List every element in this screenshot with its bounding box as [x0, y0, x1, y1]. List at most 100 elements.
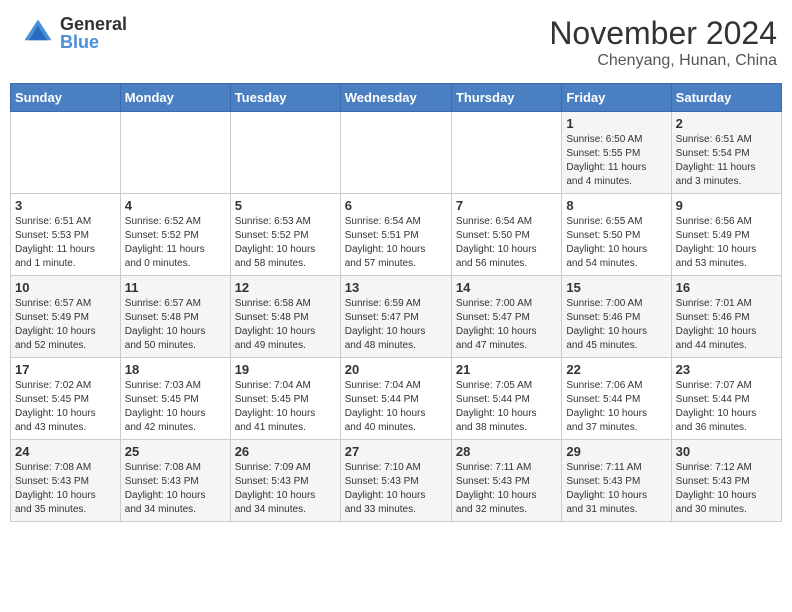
calendar-day-cell: 5 Sunrise: 6:53 AM Sunset: 5:52 PM Daylig… [230, 194, 340, 276]
day-number: 13 [345, 280, 447, 295]
calendar-day-cell [340, 112, 451, 194]
weekday-header-row: SundayMondayTuesdayWednesdayThursdayFrid… [11, 84, 782, 112]
day-number: 28 [456, 444, 557, 459]
calendar-week-row: 24Sunrise: 7:08 AM Sunset: 5:43 PM Dayli… [11, 440, 782, 522]
weekday-header: Saturday [671, 84, 781, 112]
day-info: Sunrise: 6:57 AM Sunset: 5:49 PM Dayligh… [15, 297, 116, 353]
day-number: 26 [235, 444, 336, 459]
day-info: Sunrise: 7:00 AM Sunset: 5:47 PM Dayligh… [456, 297, 557, 353]
calendar-week-row: 1Sunrise: 6:50 AM Sunset: 5:55 PM Daylig… [11, 112, 782, 194]
calendar-day-cell: 7Sunrise: 6:54 AM Sunset: 5:50 PM Daylig… [451, 194, 561, 276]
calendar-day-cell [230, 112, 340, 194]
calendar-day-cell: 11 Sunrise: 6:57 AM Sunset: 5:48 PM Dayli… [120, 276, 230, 358]
calendar-day-cell: 15 Sunrise: 7:00 AM Sunset: 5:46 PM Dayli… [562, 276, 671, 358]
title-block: November 2024 Chenyang, Hunan, China [549, 15, 777, 70]
day-number: 7 [456, 198, 557, 213]
day-number: 17 [15, 362, 116, 377]
calendar-day-cell: 20 Sunrise: 7:04 AM Sunset: 5:44 PM Dayli… [340, 358, 451, 440]
day-info: Sunrise: 6:55 AM Sunset: 5:50 PM Dayligh… [566, 215, 666, 271]
day-number: 12 [235, 280, 336, 295]
logo-blue: Blue [60, 33, 127, 51]
weekday-header: Friday [562, 84, 671, 112]
day-number: 9 [676, 198, 777, 213]
day-info: Sunrise: 6:53 AM Sunset: 5:52 PM Dayligh… [235, 215, 336, 271]
day-info: Sunrise: 7:01 AM Sunset: 5:46 PM Dayligh… [676, 297, 777, 353]
day-info: Sunrise: 6:58 AM Sunset: 5:48 PM Dayligh… [235, 297, 336, 353]
day-info: Sunrise: 7:08 AM Sunset: 5:43 PM Dayligh… [15, 461, 116, 517]
day-info: Sunrise: 7:06 AM Sunset: 5:44 PM Dayligh… [566, 379, 666, 435]
calendar-day-cell: 9 Sunrise: 6:56 AM Sunset: 5:49 PM Daylig… [671, 194, 781, 276]
calendar-week-row: 3 Sunrise: 6:51 AM Sunset: 5:53 PM Daylig… [11, 194, 782, 276]
weekday-header: Wednesday [340, 84, 451, 112]
day-number: 15 [566, 280, 666, 295]
logo-text: General Blue [60, 15, 127, 51]
calendar-day-cell: 2Sunrise: 6:51 AM Sunset: 5:54 PM Daylig… [671, 112, 781, 194]
logo-icon [20, 15, 56, 51]
calendar-day-cell [451, 112, 561, 194]
calendar-day-cell: 16 Sunrise: 7:01 AM Sunset: 5:46 PM Dayli… [671, 276, 781, 358]
weekday-header: Thursday [451, 84, 561, 112]
day-number: 14 [456, 280, 557, 295]
day-info: Sunrise: 6:57 AM Sunset: 5:48 PM Dayligh… [125, 297, 226, 353]
logo: General Blue [20, 15, 127, 51]
day-number: 11 [125, 280, 226, 295]
day-info: Sunrise: 7:05 AM Sunset: 5:44 PM Dayligh… [456, 379, 557, 435]
day-info: Sunrise: 7:10 AM Sunset: 5:43 PM Dayligh… [345, 461, 447, 517]
day-number: 5 [235, 198, 336, 213]
day-info: Sunrise: 7:12 AM Sunset: 5:43 PM Dayligh… [676, 461, 777, 517]
day-number: 10 [15, 280, 116, 295]
day-info: Sunrise: 7:11 AM Sunset: 5:43 PM Dayligh… [456, 461, 557, 517]
calendar-day-cell: 3 Sunrise: 6:51 AM Sunset: 5:53 PM Daylig… [11, 194, 121, 276]
day-info: Sunrise: 6:59 AM Sunset: 5:47 PM Dayligh… [345, 297, 447, 353]
calendar-week-row: 10 Sunrise: 6:57 AM Sunset: 5:49 PM Dayli… [11, 276, 782, 358]
day-info: Sunrise: 6:54 AM Sunset: 5:51 PM Dayligh… [345, 215, 447, 271]
day-info: Sunrise: 7:02 AM Sunset: 5:45 PM Dayligh… [15, 379, 116, 435]
calendar-table: SundayMondayTuesdayWednesdayThursdayFrid… [10, 83, 782, 522]
day-info: Sunrise: 7:04 AM Sunset: 5:44 PM Dayligh… [345, 379, 447, 435]
day-number: 18 [125, 362, 226, 377]
weekday-header: Sunday [11, 84, 121, 112]
month-title: November 2024 [549, 15, 777, 52]
day-number: 21 [456, 362, 557, 377]
weekday-header: Monday [120, 84, 230, 112]
calendar-day-cell: 21 Sunrise: 7:05 AM Sunset: 5:44 PM Dayli… [451, 358, 561, 440]
calendar-day-cell: 30 Sunrise: 7:12 AM Sunset: 5:43 PM Dayli… [671, 440, 781, 522]
day-number: 27 [345, 444, 447, 459]
day-info: Sunrise: 6:51 AM Sunset: 5:53 PM Dayligh… [15, 215, 116, 271]
day-info: Sunrise: 7:07 AM Sunset: 5:44 PM Dayligh… [676, 379, 777, 435]
day-info: Sunrise: 7:04 AM Sunset: 5:45 PM Dayligh… [235, 379, 336, 435]
calendar-day-cell: 27 Sunrise: 7:10 AM Sunset: 5:43 PM Dayli… [340, 440, 451, 522]
calendar-day-cell: 8 Sunrise: 6:55 AM Sunset: 5:50 PM Daylig… [562, 194, 671, 276]
location-title: Chenyang, Hunan, China [549, 52, 777, 70]
day-info: Sunrise: 7:08 AM Sunset: 5:43 PM Dayligh… [125, 461, 226, 517]
page-header: General Blue November 2024 Chenyang, Hun… [10, 10, 782, 75]
calendar-day-cell [11, 112, 121, 194]
day-number: 22 [566, 362, 666, 377]
calendar-day-cell: 22 Sunrise: 7:06 AM Sunset: 5:44 PM Dayli… [562, 358, 671, 440]
calendar-day-cell: 10 Sunrise: 6:57 AM Sunset: 5:49 PM Dayli… [11, 276, 121, 358]
day-info: Sunrise: 7:09 AM Sunset: 5:43 PM Dayligh… [235, 461, 336, 517]
day-number: 8 [566, 198, 666, 213]
calendar-day-cell: 26 Sunrise: 7:09 AM Sunset: 5:43 PM Dayli… [230, 440, 340, 522]
calendar-day-cell: 17 Sunrise: 7:02 AM Sunset: 5:45 PM Dayli… [11, 358, 121, 440]
weekday-header: Tuesday [230, 84, 340, 112]
day-number: 25 [125, 444, 226, 459]
day-number: 3 [15, 198, 116, 213]
day-number: 6 [345, 198, 447, 213]
day-number: 16 [676, 280, 777, 295]
calendar-day-cell: 25 Sunrise: 7:08 AM Sunset: 5:43 PM Dayli… [120, 440, 230, 522]
day-info: Sunrise: 7:11 AM Sunset: 5:43 PM Dayligh… [566, 461, 666, 517]
calendar-day-cell: 1Sunrise: 6:50 AM Sunset: 5:55 PM Daylig… [562, 112, 671, 194]
logo-general: General [60, 15, 127, 33]
day-info: Sunrise: 6:51 AM Sunset: 5:54 PM Dayligh… [676, 133, 777, 189]
calendar-day-cell: 19 Sunrise: 7:04 AM Sunset: 5:45 PM Dayli… [230, 358, 340, 440]
calendar-day-cell: 12 Sunrise: 6:58 AM Sunset: 5:48 PM Dayli… [230, 276, 340, 358]
calendar-week-row: 17 Sunrise: 7:02 AM Sunset: 5:45 PM Dayli… [11, 358, 782, 440]
calendar-day-cell: 6 Sunrise: 6:54 AM Sunset: 5:51 PM Daylig… [340, 194, 451, 276]
day-number: 19 [235, 362, 336, 377]
day-info: Sunrise: 6:56 AM Sunset: 5:49 PM Dayligh… [676, 215, 777, 271]
calendar-day-cell [120, 112, 230, 194]
day-number: 20 [345, 362, 447, 377]
day-info: Sunrise: 7:00 AM Sunset: 5:46 PM Dayligh… [566, 297, 666, 353]
day-number: 30 [676, 444, 777, 459]
